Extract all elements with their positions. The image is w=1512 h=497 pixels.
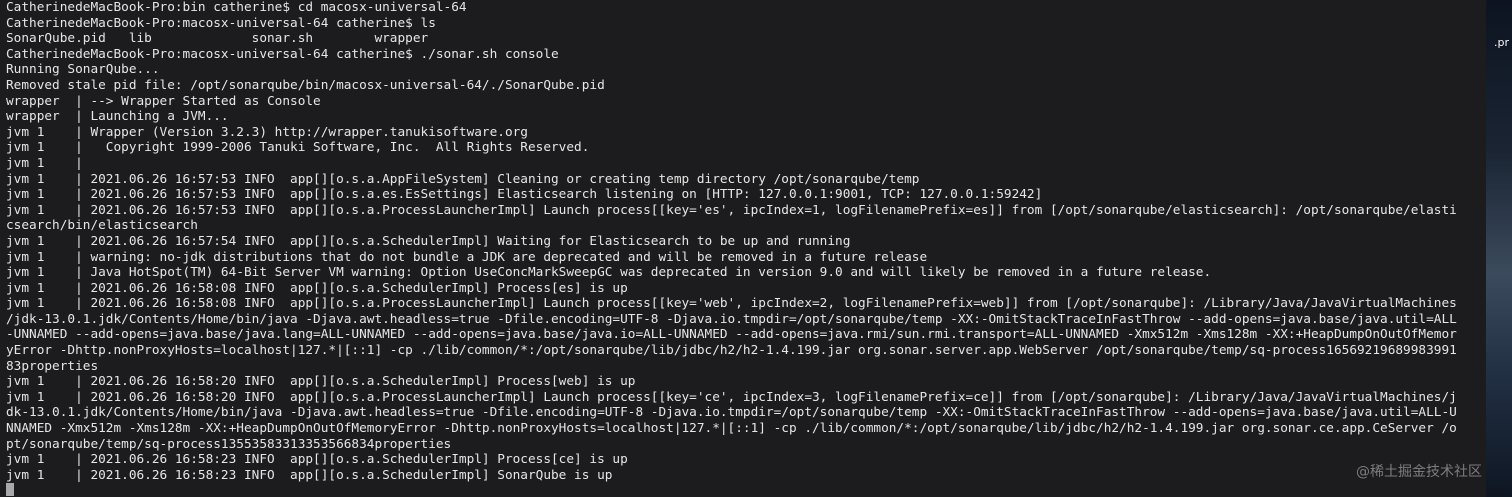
terminal-line: jvm 1 | Java HotSpot(TM) 64-Bit Server V… [6, 265, 1212, 281]
terminal-line: csearch/bin/elasticsearch [6, 218, 198, 234]
terminal-line: jvm 1 | 2021.06.26 16:57:53 INFO app[][o… [6, 171, 920, 187]
terminal-line: Removed stale pid file: /opt/sonarqube/b… [6, 77, 605, 93]
terminal-line: wrapper | Launching a JVM... [6, 109, 229, 125]
desktop-file-label[interactable]: .pr [1494, 36, 1509, 49]
terminal-line: jvm 1 | 2021.06.26 16:57:53 INFO app[][o… [6, 187, 1043, 203]
terminal-line: pt/sonarqube/temp/sq-process135535833133… [6, 436, 452, 452]
terminal-line: jvm 1 | [6, 155, 83, 171]
terminal-line: jvm 1 | 2021.06.26 16:57:54 INFO app[][o… [6, 233, 851, 249]
terminal-line: jvm 1 | Copyright 1999-2006 Tanuki Softw… [6, 140, 590, 156]
terminal-window[interactable]: CatherinedeMacBook-Pro:bin catherine$ cd… [0, 0, 1486, 497]
terminal-line: dk-13.0.1.jdk/Contents/Home/bin/java -Dj… [6, 405, 1457, 421]
terminal-output: CatherinedeMacBook-Pro:bin catherine$ cd… [6, 0, 1484, 483]
watermark: @稀土掘金技术社区 [1356, 464, 1482, 480]
terminal-line: wrapper | --> Wrapper Started as Console [6, 93, 321, 109]
terminal-line: jvm 1 | 2021.06.26 16:57:53 INFO app[][o… [6, 202, 1457, 218]
terminal-line: yError -Dhttp.nonProxyHosts=localhost|12… [6, 343, 1457, 359]
terminal-line: jvm 1 | 2021.06.26 16:58:08 INFO app[][o… [6, 296, 1457, 312]
terminal-line: /jdk-13.0.1.jdk/Contents/Home/bin/java -… [6, 311, 1457, 327]
terminal-line: CatherinedeMacBook-Pro:macosx-universal-… [6, 15, 436, 31]
desktop-background: .pr [1486, 0, 1512, 497]
terminal-line: jvm 1 | 2021.06.26 16:58:23 INFO app[][o… [6, 452, 628, 468]
terminal-line: -UNNAMED --add-opens=java.base/java.lang… [6, 327, 1457, 343]
terminal-line: 83properties [6, 358, 99, 374]
terminal-line: CatherinedeMacBook-Pro:macosx-universal-… [6, 46, 559, 62]
terminal-line: SonarQube.pid lib sonar.sh wrapper [6, 31, 429, 47]
terminal-line: jvm 1 | 2021.06.26 16:58:23 INFO app[][o… [6, 467, 613, 483]
terminal-line: jvm 1 | Wrapper (Version 3.2.3) http://w… [6, 124, 528, 140]
terminal-line: jvm 1 | warning: no-jdk distributions th… [6, 249, 928, 265]
terminal-line: NNAMED -Xmx512m -Xms128m -XX:+HeapDumpOn… [6, 421, 1457, 437]
terminal-cursor [6, 483, 14, 496]
terminal-line: jvm 1 | 2021.06.26 16:58:08 INFO app[][o… [6, 280, 628, 296]
terminal-line: Running SonarQube... [6, 62, 160, 78]
terminal-line: jvm 1 | 2021.06.26 16:58:20 INFO app[][o… [6, 374, 636, 390]
terminal-line: CatherinedeMacBook-Pro:bin catherine$ cd… [6, 0, 467, 15]
terminal-line: jvm 1 | 2021.06.26 16:58:20 INFO app[][o… [6, 389, 1457, 405]
